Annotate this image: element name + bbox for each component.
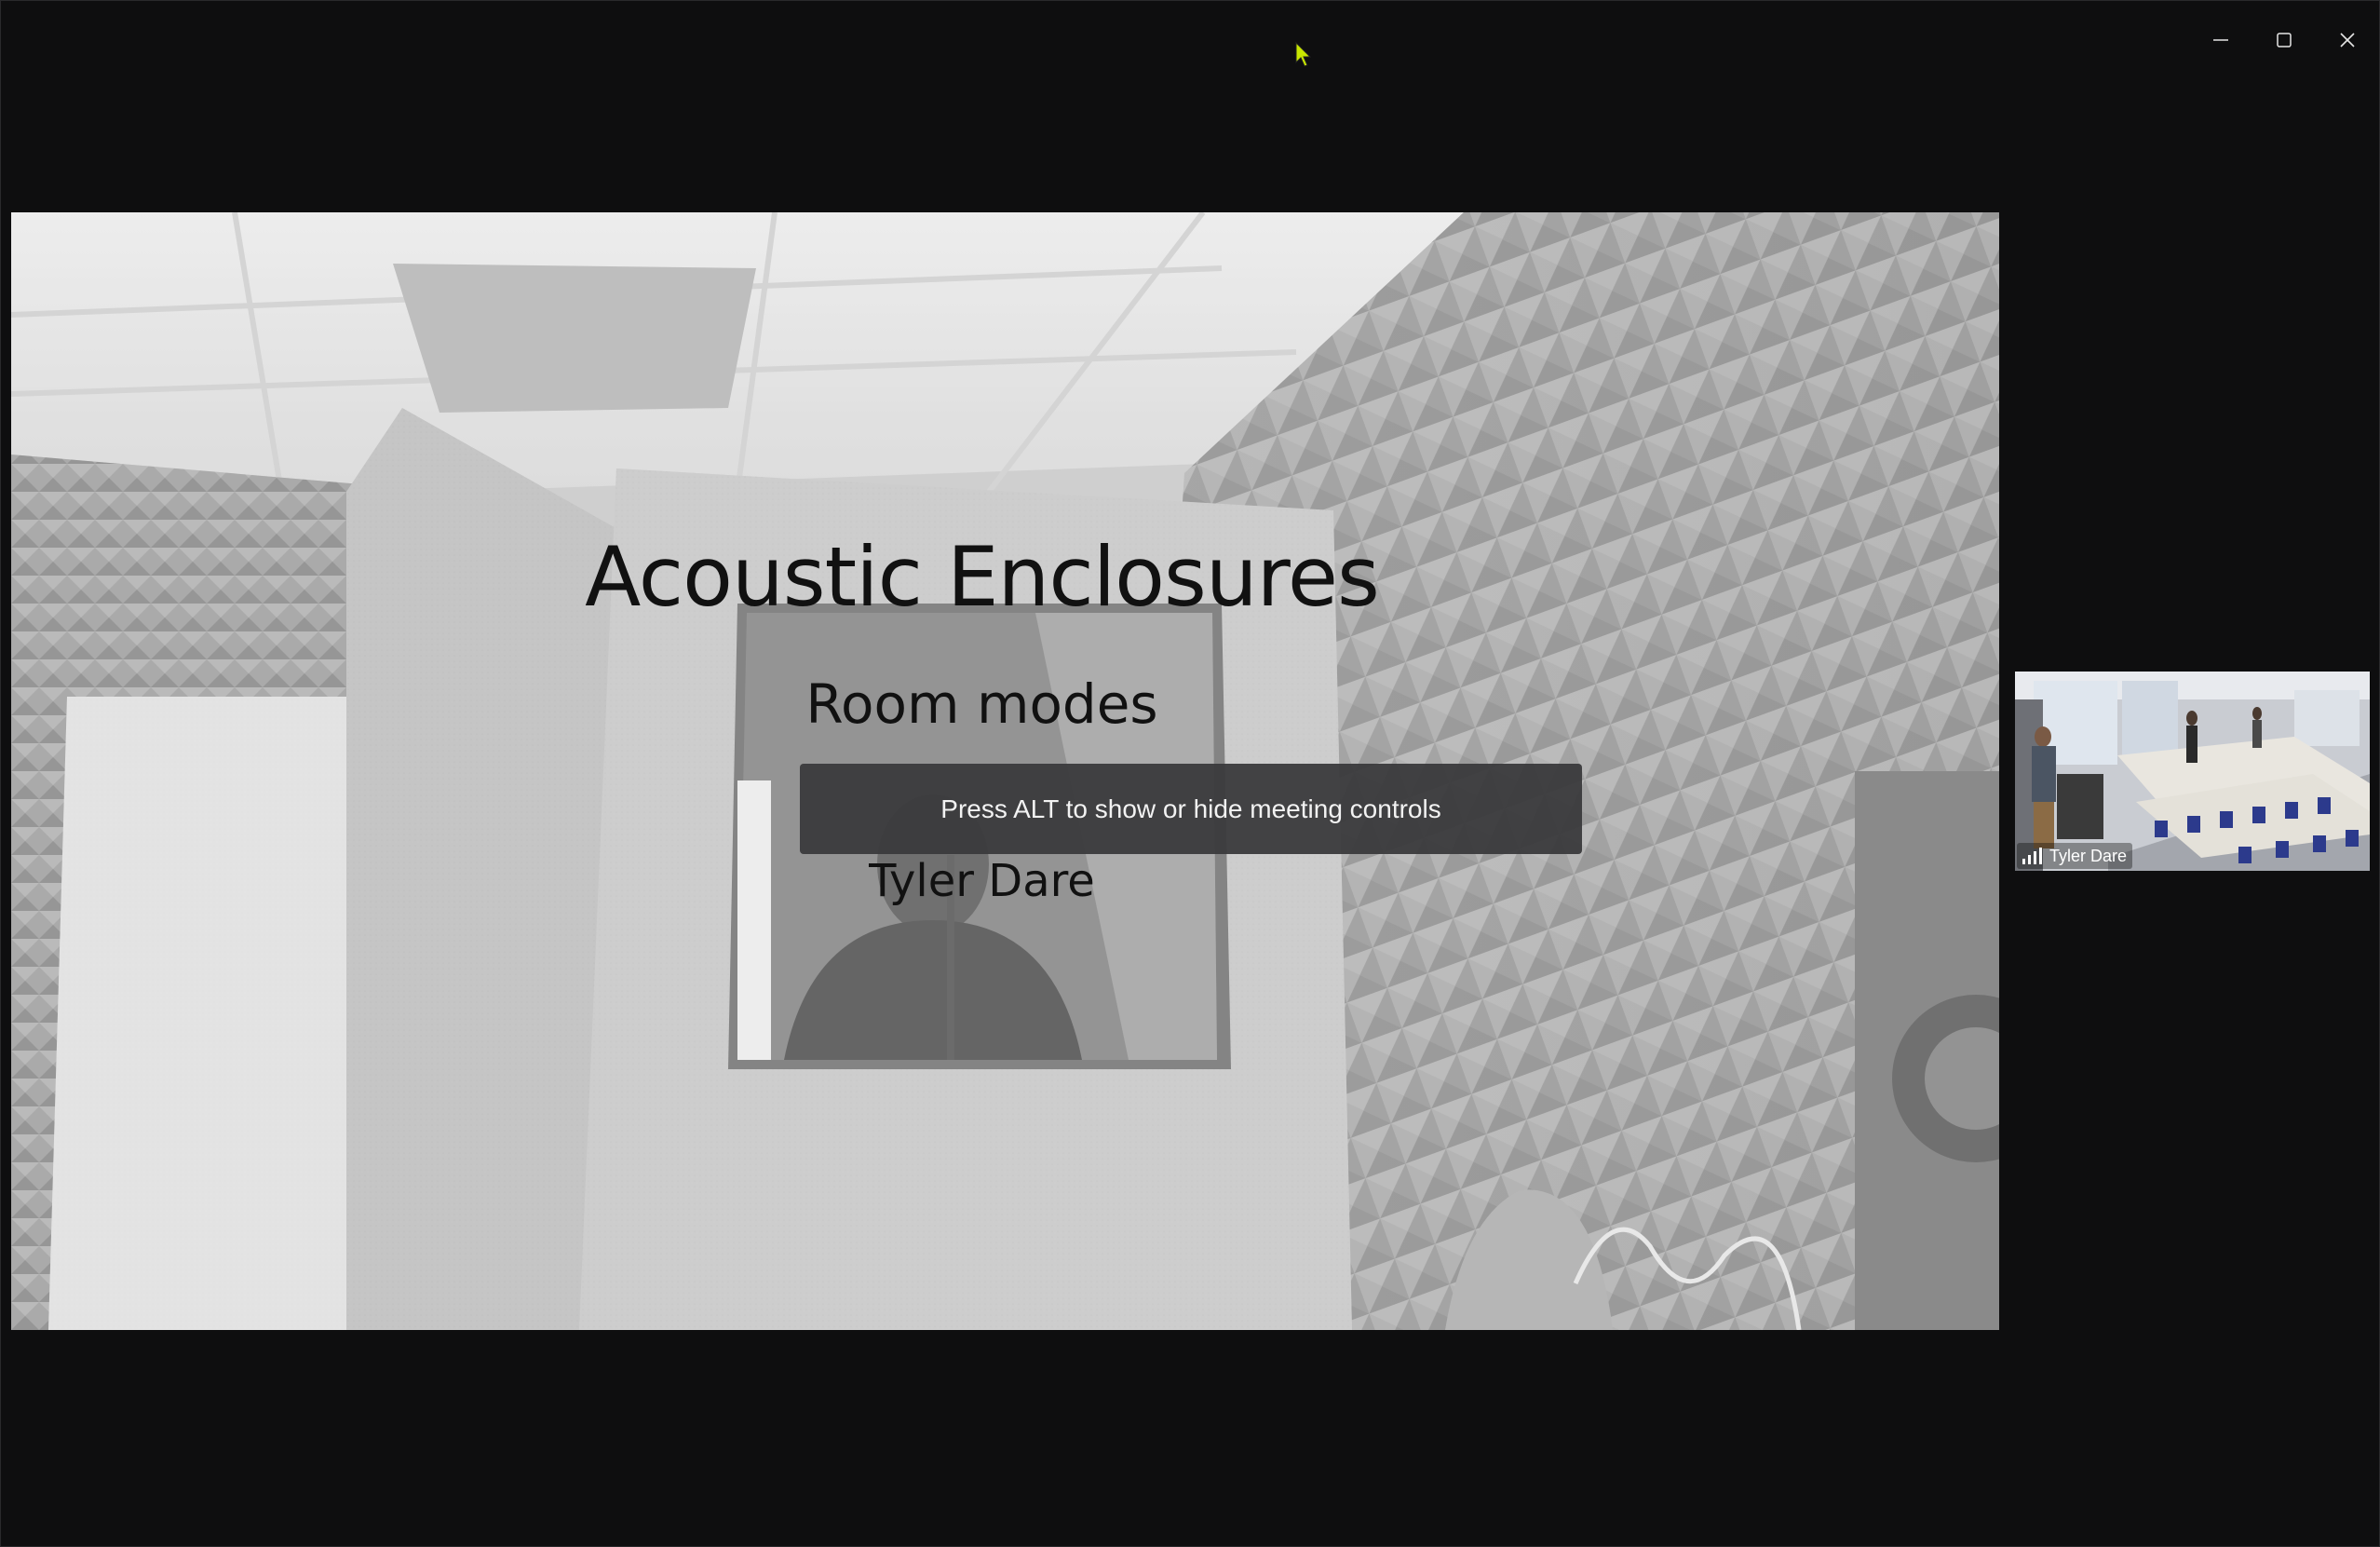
meeting-window: Acoustic Enclosures Room modes Tyler Dar… bbox=[0, 0, 2380, 1547]
participant-name: Tyler Dare bbox=[2049, 847, 2128, 865]
slide-author: Tyler Dare bbox=[869, 855, 1095, 907]
close-icon bbox=[2340, 33, 2355, 47]
slide-subtitle: Room modes bbox=[805, 672, 1158, 736]
mouse-cursor-icon bbox=[1295, 41, 1314, 73]
minimize-icon bbox=[2213, 39, 2228, 41]
window-controls bbox=[2189, 1, 2379, 79]
maximize-button[interactable] bbox=[2252, 1, 2316, 79]
meeting-controls-hint-toast: Press ALT to show or hide meeting contro… bbox=[800, 764, 1582, 854]
maximize-icon bbox=[2277, 33, 2292, 47]
slide-title: Acoustic Enclosures bbox=[585, 529, 1380, 625]
close-button[interactable] bbox=[2316, 1, 2379, 79]
toast-message: Press ALT to show or hide meeting contro… bbox=[940, 794, 1441, 823]
participant-video-feed bbox=[2015, 672, 2370, 871]
minimize-button[interactable] bbox=[2189, 1, 2252, 79]
participant-video-tile[interactable]: Tyler Dare bbox=[2015, 672, 2370, 871]
signal-strength-icon bbox=[2022, 846, 2042, 867]
participant-name-bar: Tyler Dare bbox=[2017, 843, 2133, 869]
